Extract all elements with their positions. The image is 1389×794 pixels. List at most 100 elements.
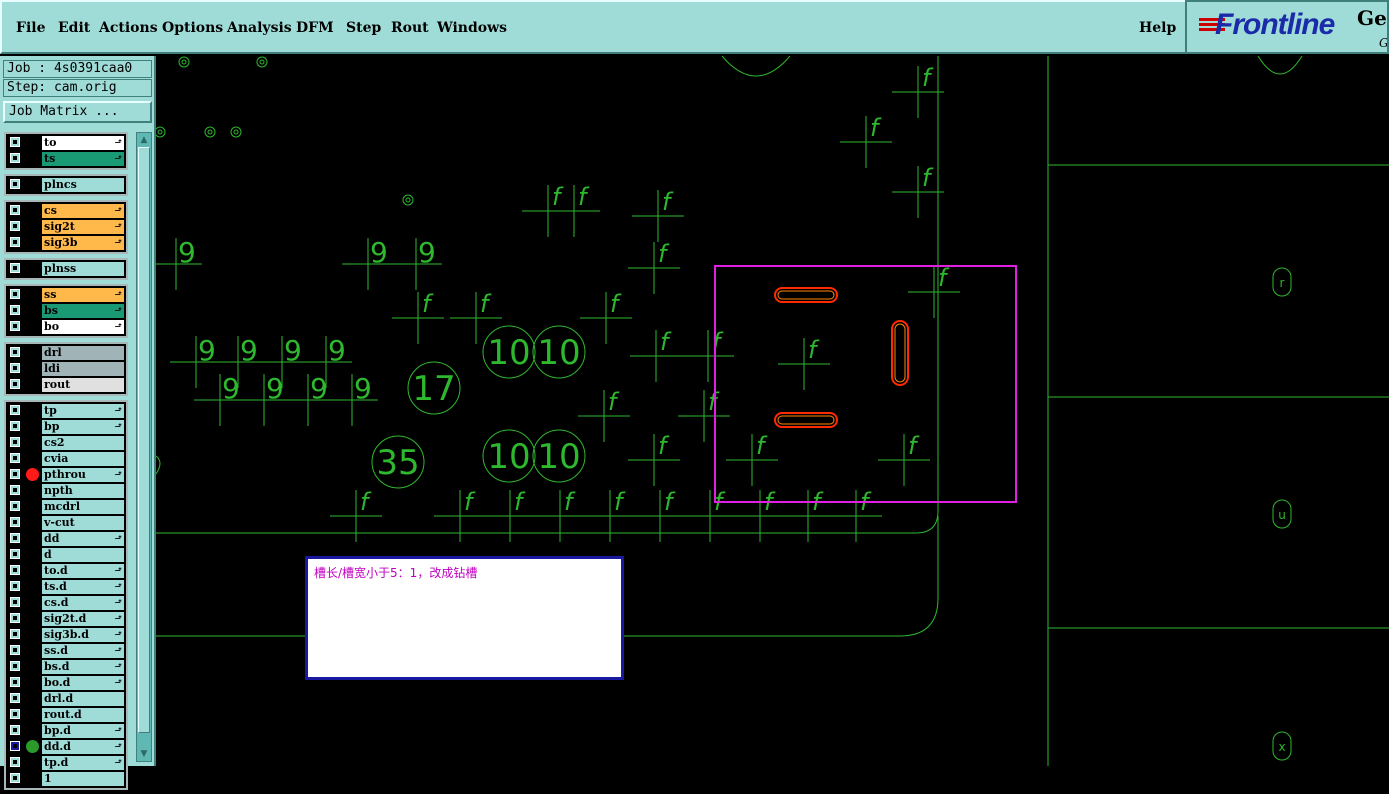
layer-row-cs[interactable]: cs ⬏ <box>6 203 126 219</box>
layer-row-bo.d[interactable]: bo.d ⬏ <box>6 675 126 691</box>
layer-name[interactable]: mcdrl <box>42 500 124 514</box>
layer-checkbox[interactable] <box>10 677 20 687</box>
layer-row-ss.d[interactable]: ss.d ⬏ <box>6 643 126 659</box>
layer-row-bp.d[interactable]: bp.d ⬏ <box>6 723 126 739</box>
layer-name[interactable]: bs ⬏ <box>42 304 124 318</box>
layer-name[interactable]: 1 <box>42 772 124 786</box>
menu-rout[interactable]: Rout <box>391 20 429 36</box>
layer-row-ss[interactable]: ss ⬏ <box>6 287 126 303</box>
layer-name[interactable]: tp ⬏ <box>42 404 124 418</box>
layer-row-to.d[interactable]: to.d ⬏ <box>6 563 126 579</box>
layer-row-1[interactable]: 1 <box>6 771 126 787</box>
layer-checkbox[interactable] <box>10 437 20 447</box>
layer-name[interactable]: pthrou ⬏ <box>42 468 124 482</box>
layer-name[interactable]: dd.d ⬏ <box>42 740 124 754</box>
layer-checkbox[interactable] <box>10 421 20 431</box>
layer-checkbox[interactable] <box>10 453 20 463</box>
layer-name[interactable]: tp.d ⬏ <box>42 756 124 770</box>
layer-name[interactable]: cs.d ⬏ <box>42 596 124 610</box>
menu-actions[interactable]: Actions <box>99 20 158 36</box>
layer-checkbox[interactable] <box>10 629 20 639</box>
menu-analysis[interactable]: Analysis <box>227 20 292 36</box>
layer-row-ts[interactable]: ts ⬏ <box>6 151 126 167</box>
layer-row-tp[interactable]: tp ⬏ <box>6 403 126 419</box>
scroll-thumb[interactable] <box>138 147 150 733</box>
layer-row-cs2[interactable]: cs2 <box>6 435 126 451</box>
layer-checkbox[interactable] <box>10 221 20 231</box>
layer-row-d[interactable]: d <box>6 547 126 563</box>
layer-checkbox[interactable] <box>10 469 20 479</box>
menu-options[interactable]: Options <box>162 20 223 36</box>
layer-checkbox[interactable] <box>10 645 20 655</box>
layer-checkbox[interactable] <box>10 179 20 189</box>
layer-row-cvia[interactable]: cvia <box>6 451 126 467</box>
layer-row-npth[interactable]: npth <box>6 483 126 499</box>
layer-name[interactable]: plnss <box>42 262 124 276</box>
layer-row-bs[interactable]: bs ⬏ <box>6 303 126 319</box>
layer-row-bs.d[interactable]: bs.d ⬏ <box>6 659 126 675</box>
layer-checkbox[interactable] <box>10 263 20 273</box>
menu-dfm[interactable]: DFM <box>296 20 334 36</box>
layer-row-sig2t[interactable]: sig2t ⬏ <box>6 219 126 235</box>
layer-name[interactable]: sig3b ⬏ <box>42 236 124 250</box>
layer-checkbox[interactable] <box>10 379 20 389</box>
slot-hole[interactable] <box>891 320 909 386</box>
layer-name[interactable]: cs ⬏ <box>42 204 124 218</box>
layer-checkbox[interactable] <box>10 741 20 751</box>
layer-row-cs.d[interactable]: cs.d ⬏ <box>6 595 126 611</box>
layer-row-sig2t.d[interactable]: sig2t.d ⬏ <box>6 611 126 627</box>
layer-checkbox[interactable] <box>10 517 20 527</box>
layer-name[interactable]: sig2t.d ⬏ <box>42 612 124 626</box>
layer-name[interactable]: dd ⬏ <box>42 532 124 546</box>
layer-checkbox[interactable] <box>10 289 20 299</box>
layer-name[interactable]: bp.d ⬏ <box>42 724 124 738</box>
menu-file[interactable]: File <box>16 20 45 36</box>
menu-windows[interactable]: Windows <box>437 20 507 36</box>
layer-checkbox[interactable] <box>10 305 20 315</box>
layer-name[interactable]: plncs <box>42 178 124 192</box>
layer-name[interactable]: ss.d ⬏ <box>42 644 124 658</box>
layer-row-rout.d[interactable]: rout.d <box>6 707 126 723</box>
layer-row-plnss[interactable]: plnss <box>6 261 126 277</box>
layer-name[interactable]: bp ⬏ <box>42 420 124 434</box>
layer-row-dd.d[interactable]: dd.d ⬏ <box>6 739 126 755</box>
layer-name[interactable]: cvia <box>42 452 124 466</box>
layer-checkbox[interactable] <box>10 709 20 719</box>
layer-row-sig3b[interactable]: sig3b ⬏ <box>6 235 126 251</box>
layer-checkbox[interactable] <box>10 693 20 703</box>
layer-checkbox[interactable] <box>10 773 20 783</box>
layer-checkbox[interactable] <box>10 363 20 373</box>
layer-name[interactable]: rout <box>42 378 124 392</box>
layer-row-drl[interactable]: drl <box>6 345 126 361</box>
layer-checkbox[interactable] <box>10 549 20 559</box>
slot-hole[interactable] <box>774 287 838 303</box>
layer-row-drl.d[interactable]: drl.d <box>6 691 126 707</box>
layer-row-sig3b.d[interactable]: sig3b.d ⬏ <box>6 627 126 643</box>
layer-row-ldi[interactable]: ldi <box>6 361 126 377</box>
layer-checkbox[interactable] <box>10 321 20 331</box>
layer-checkbox[interactable] <box>10 485 20 495</box>
layer-name[interactable]: to ⬏ <box>42 136 124 150</box>
layer-scrollbar[interactable]: ▲ ▼ <box>136 132 152 762</box>
layer-name[interactable]: bs.d ⬏ <box>42 660 124 674</box>
layer-row-tp.d[interactable]: tp.d ⬏ <box>6 755 126 771</box>
layer-name[interactable]: ldi <box>42 362 124 376</box>
layer-name[interactable]: npth <box>42 484 124 498</box>
layer-checkbox[interactable] <box>10 137 20 147</box>
layer-name[interactable]: drl.d <box>42 692 124 706</box>
layer-row-ts.d[interactable]: ts.d ⬏ <box>6 579 126 595</box>
layer-checkbox[interactable] <box>10 153 20 163</box>
layer-row-bo[interactable]: bo ⬏ <box>6 319 126 335</box>
layer-name[interactable]: ss ⬏ <box>42 288 124 302</box>
layer-name[interactable]: bo.d ⬏ <box>42 676 124 690</box>
layer-checkbox[interactable] <box>10 237 20 247</box>
layer-checkbox[interactable] <box>10 597 20 607</box>
layer-checkbox[interactable] <box>10 565 20 575</box>
layer-name[interactable]: v-cut <box>42 516 124 530</box>
layer-checkbox[interactable] <box>10 501 20 511</box>
layer-name[interactable]: d <box>42 548 124 562</box>
layer-row-dd[interactable]: dd ⬏ <box>6 531 126 547</box>
layer-checkbox[interactable] <box>10 205 20 215</box>
layer-checkbox[interactable] <box>10 581 20 591</box>
layer-checkbox[interactable] <box>10 405 20 415</box>
